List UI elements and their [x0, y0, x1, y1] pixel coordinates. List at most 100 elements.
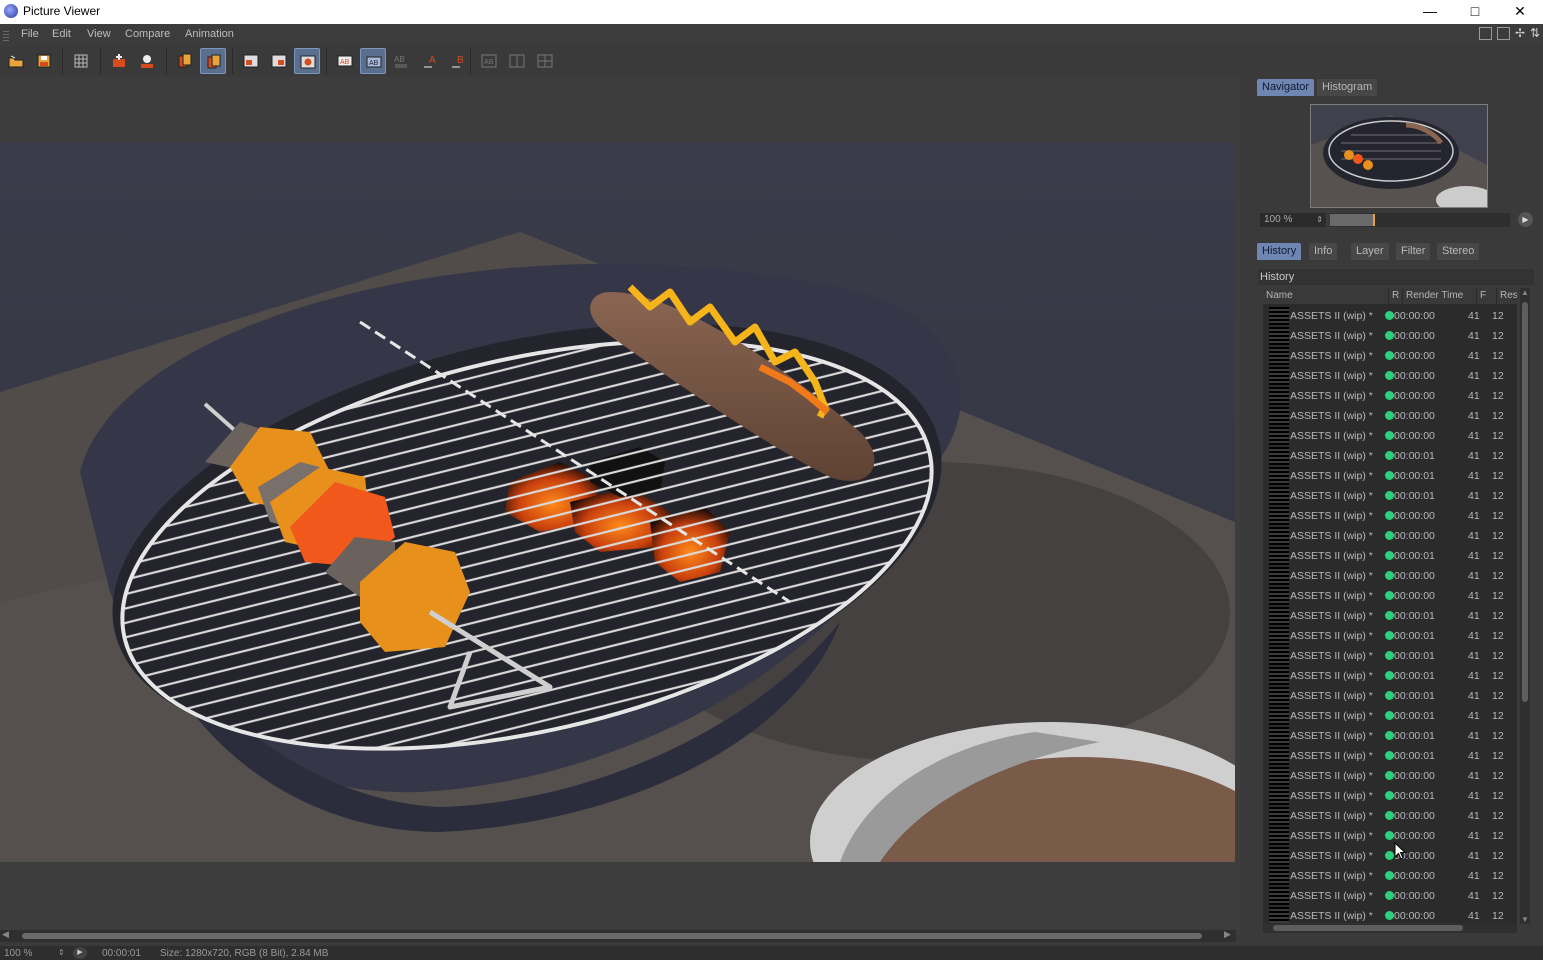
scroll-up-icon[interactable]: ▲ [1521, 288, 1529, 297]
table-row[interactable]: ASSETS II (wip) * 00:00:00 41 12 [1263, 826, 1517, 846]
set-a-button[interactable]: A [418, 48, 444, 74]
table-row[interactable]: ASSETS II (wip) * 00:00:00 41 12 [1263, 306, 1517, 326]
layout-2-button[interactable] [504, 48, 530, 74]
stepper-icon[interactable]: ⇕ [58, 948, 65, 957]
history-vertical-scrollbar[interactable]: ▲ ▼ [1520, 288, 1530, 924]
table-row[interactable]: ASSETS II (wip) * 00:00:00 41 12 [1263, 846, 1517, 866]
menu-file[interactable]: File [21, 28, 39, 40]
table-row[interactable]: ASSETS II (wip) * 00:00:00 41 12 [1263, 366, 1517, 386]
play-icon[interactable]: ▶ [73, 947, 87, 959]
tab-layer[interactable]: Layer [1351, 243, 1389, 260]
table-row[interactable]: ASSETS II (wip) * 00:00:01 41 12 [1263, 746, 1517, 766]
status-zoom[interactable]: 100 % [4, 948, 32, 959]
image-viewport[interactable] [0, 76, 1240, 934]
table-row[interactable]: ASSETS II (wip) * 00:00:00 41 12 [1263, 566, 1517, 586]
column-f[interactable]: F [1477, 288, 1497, 304]
copy-selected-button[interactable] [200, 48, 226, 74]
copy-button[interactable] [172, 48, 198, 74]
maximize-button[interactable]: □ [1452, 0, 1498, 24]
layout-1-button[interactable]: AB [476, 48, 502, 74]
eye-button[interactable] [294, 48, 320, 74]
table-row[interactable]: ASSETS II (wip) * 00:00:00 41 12 [1263, 526, 1517, 546]
table-row[interactable]: ASSETS II (wip) * 00:00:00 41 12 [1263, 506, 1517, 526]
menu-view[interactable]: View [87, 28, 111, 40]
table-row[interactable]: ASSETS II (wip) * 00:00:00 41 12 [1263, 766, 1517, 786]
menu-compare[interactable]: Compare [125, 28, 170, 40]
column-res[interactable]: Res [1497, 288, 1517, 304]
minimize-button[interactable]: — [1407, 0, 1453, 24]
table-row[interactable]: ASSETS II (wip) * 00:00:00 41 12 [1263, 906, 1517, 924]
play-icon[interactable]: ▶ [1518, 212, 1533, 227]
save-button[interactable] [31, 48, 57, 74]
row-name: ASSETS II (wip) * [1290, 530, 1373, 542]
table-row[interactable]: ASSETS II (wip) * 00:00:01 41 12 [1263, 606, 1517, 626]
table-row[interactable]: ASSETS II (wip) * 00:00:01 41 12 [1263, 686, 1517, 706]
column-render-time[interactable]: Render Time [1403, 288, 1477, 304]
scroll-right-icon[interactable]: ▶ [1224, 929, 1231, 940]
column-name[interactable]: Name [1263, 288, 1389, 304]
layout-3-button[interactable] [532, 48, 558, 74]
tab-stereo[interactable]: Stereo [1437, 243, 1480, 260]
move-panel-icon[interactable]: ✢ [1515, 27, 1528, 40]
zoom-field[interactable]: 100 % ⇕ [1260, 213, 1326, 227]
table-row[interactable]: ASSETS II (wip) * 00:00:00 41 12 [1263, 886, 1517, 906]
table-row[interactable]: ASSETS II (wip) * 00:00:00 41 12 [1263, 806, 1517, 826]
table-row[interactable]: ASSETS II (wip) * 00:00:00 41 12 [1263, 426, 1517, 446]
table-row[interactable]: ASSETS II (wip) * 00:00:01 41 12 [1263, 546, 1517, 566]
grid-button[interactable] [68, 48, 94, 74]
tab-histogram[interactable]: Histogram [1317, 79, 1378, 96]
table-row[interactable]: ASSETS II (wip) * 00:00:01 41 12 [1263, 666, 1517, 686]
navigator-thumbnail[interactable] [1310, 104, 1488, 208]
table-row[interactable]: ASSETS II (wip) * 00:00:01 41 12 [1263, 706, 1517, 726]
tab-navigator[interactable]: Navigator [1257, 79, 1315, 96]
scrollbar-thumb[interactable] [1273, 925, 1463, 931]
table-row[interactable]: ASSETS II (wip) * 00:00:01 41 12 [1263, 446, 1517, 466]
table-row[interactable]: ASSETS II (wip) * 00:00:01 41 12 [1263, 626, 1517, 646]
table-row[interactable]: ASSETS II (wip) * 00:00:00 41 12 [1263, 586, 1517, 606]
menu-edit[interactable]: Edit [52, 28, 71, 40]
row-name: ASSETS II (wip) * [1290, 370, 1373, 382]
row-resolution: 12 [1492, 410, 1504, 422]
table-row[interactable]: ASSETS II (wip) * 00:00:01 41 12 [1263, 646, 1517, 666]
scroll-left-icon[interactable]: ◀ [2, 929, 9, 940]
table-row[interactable]: ASSETS II (wip) * 00:00:01 41 12 [1263, 786, 1517, 806]
tab-history[interactable]: History [1257, 243, 1302, 260]
ab-compare-button[interactable]: AB [332, 48, 358, 74]
scroll-down-icon[interactable]: ▼ [1521, 915, 1529, 924]
dock-panel-icon[interactable]: ⇅ [1530, 27, 1543, 40]
ab-selected-button[interactable]: AB [360, 48, 386, 74]
row-render-time: 00:00:00 [1394, 370, 1435, 382]
frame-button[interactable] [238, 48, 264, 74]
tab-info[interactable]: Info [1309, 243, 1338, 260]
table-row[interactable]: ASSETS II (wip) * 00:00:01 41 12 [1263, 466, 1517, 486]
table-row[interactable]: ASSETS II (wip) * 00:00:01 41 12 [1263, 486, 1517, 506]
menu-animation[interactable]: Animation [185, 28, 234, 40]
region-button[interactable] [106, 48, 132, 74]
row-resolution: 12 [1492, 630, 1504, 642]
table-row[interactable]: ASSETS II (wip) * 00:00:01 41 12 [1263, 726, 1517, 746]
scrollbar-thumb[interactable] [22, 933, 1202, 939]
new-panel-icon[interactable] [1497, 27, 1510, 40]
close-button[interactable]: ✕ [1497, 0, 1543, 24]
table-row[interactable]: ASSETS II (wip) * 00:00:00 41 12 [1263, 346, 1517, 366]
set-b-button[interactable]: B [446, 48, 472, 74]
history-horizontal-scrollbar[interactable] [1263, 923, 1517, 933]
table-row[interactable]: ASSETS II (wip) * 00:00:00 41 12 [1263, 386, 1517, 406]
row-resolution: 12 [1492, 310, 1504, 322]
open-button[interactable] [3, 48, 29, 74]
ab-dim-button[interactable]: AB [388, 48, 414, 74]
tab-filter[interactable]: Filter [1396, 243, 1431, 260]
zoom-slider[interactable] [1330, 213, 1510, 227]
stepper-icon[interactable]: ⇕ [1316, 213, 1323, 227]
stamp-button[interactable] [134, 48, 160, 74]
column-r[interactable]: R [1389, 288, 1403, 304]
viewport-horizontal-scrollbar[interactable]: ◀ ▶ [0, 929, 1236, 942]
panel-layout-icon[interactable] [1479, 27, 1492, 40]
table-row[interactable]: ASSETS II (wip) * 00:00:00 41 12 [1263, 866, 1517, 886]
frame-alt-button[interactable] [266, 48, 292, 74]
row-thumbnail [1269, 427, 1289, 445]
scrollbar-thumb[interactable] [1522, 302, 1528, 702]
zoom-slider-marker[interactable] [1373, 214, 1376, 226]
table-row[interactable]: ASSETS II (wip) * 00:00:00 41 12 [1263, 326, 1517, 346]
table-row[interactable]: ASSETS II (wip) * 00:00:00 41 12 [1263, 406, 1517, 426]
